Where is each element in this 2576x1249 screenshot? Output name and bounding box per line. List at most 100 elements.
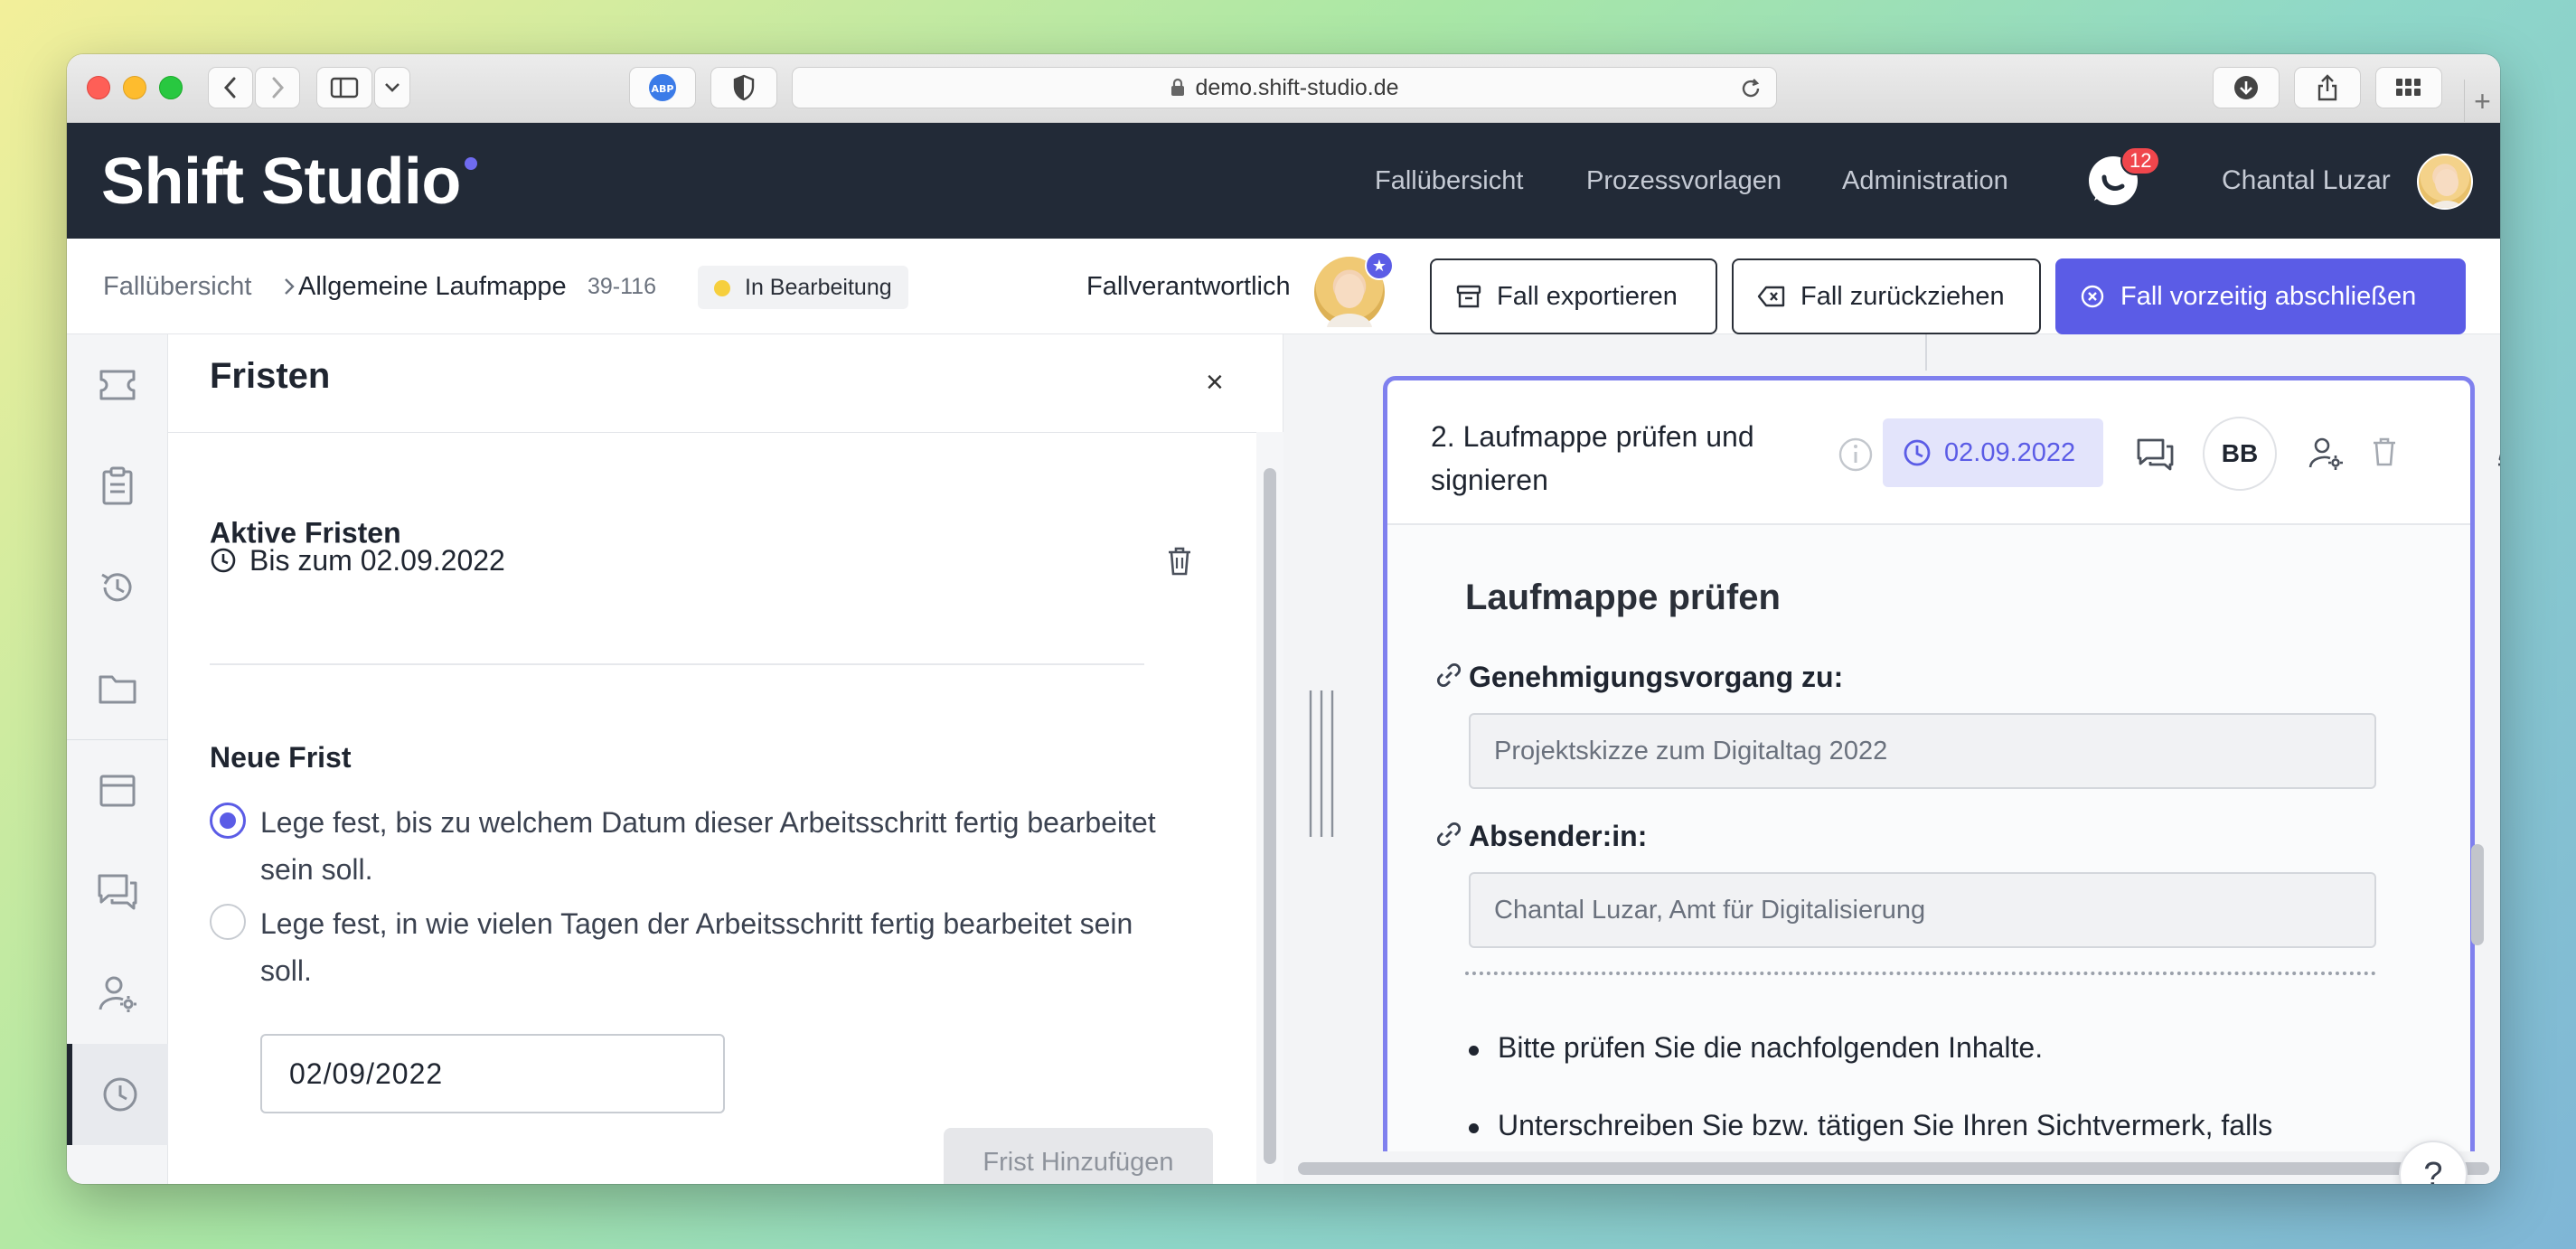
rail-item-history[interactable] bbox=[67, 537, 168, 638]
user-settings-icon[interactable] bbox=[2308, 435, 2344, 471]
user-settings-icon bbox=[99, 976, 136, 1012]
trash-icon[interactable] bbox=[2371, 437, 2398, 467]
user-avatar[interactable] bbox=[2417, 154, 2473, 210]
address-bar[interactable]: demo.shift-studio.de bbox=[792, 67, 1777, 108]
field-label-sender: Absender:in: bbox=[1469, 820, 1648, 852]
canvas-horizontal-scrollbar[interactable] bbox=[1298, 1162, 2489, 1175]
step-deadline-chip[interactable]: 02.09.2022 bbox=[1883, 418, 2103, 487]
panel-header-divider bbox=[168, 432, 1283, 433]
close-case-early-button[interactable]: Fall vorzeitig abschließen bbox=[2055, 258, 2466, 334]
app-logo[interactable]: Shift Studio bbox=[101, 145, 461, 219]
nav-process-templates[interactable]: Prozessvorlagen bbox=[1586, 123, 1782, 239]
downloads-button[interactable] bbox=[2213, 67, 2280, 108]
tab-overview-button[interactable] bbox=[2375, 67, 2442, 108]
clock-icon bbox=[103, 1077, 137, 1112]
history-icon bbox=[101, 573, 132, 602]
privacy-extension-button[interactable] bbox=[710, 67, 777, 108]
withdraw-case-button[interactable]: Fall zurückziehen bbox=[1732, 258, 2041, 334]
share-icon bbox=[2317, 74, 2337, 101]
active-deadline-text: Bis zum 02.09.2022 bbox=[249, 543, 505, 577]
nav-case-overview[interactable]: Fallübersicht bbox=[1375, 123, 1523, 239]
link-icon bbox=[1436, 662, 1462, 688]
new-deadline-title: Neue Frist bbox=[210, 741, 352, 774]
sidebar-icon bbox=[330, 77, 359, 99]
case-id: 39-116 bbox=[588, 273, 656, 299]
comments-icon[interactable] bbox=[2136, 437, 2176, 473]
shield-icon bbox=[733, 74, 755, 101]
svg-text:ABP: ABP bbox=[652, 83, 674, 95]
share-button[interactable] bbox=[2294, 67, 2361, 108]
chevron-left-icon bbox=[223, 77, 236, 99]
user-name[interactable]: Chantal Luzar bbox=[2222, 123, 2391, 239]
info-icon[interactable] bbox=[1838, 437, 1874, 473]
minimize-window-button[interactable] bbox=[123, 76, 146, 99]
browser-window: ABP demo.shift-studio.de + Shift Studio … bbox=[67, 54, 2500, 1184]
export-case-button[interactable]: Fall exportieren bbox=[1430, 258, 1717, 334]
archive-icon bbox=[1456, 285, 1481, 308]
side-rail bbox=[67, 334, 168, 1184]
adblock-icon: ABP bbox=[649, 74, 676, 101]
step-title[interactable]: 2. Laufmappe prüfen und signieren bbox=[1431, 415, 1819, 502]
new-tab-button[interactable]: + bbox=[2464, 80, 2500, 123]
adblock-extension-button[interactable]: ABP bbox=[629, 67, 696, 108]
ticket-icon bbox=[99, 370, 136, 400]
download-icon bbox=[2234, 76, 2258, 99]
sidebar-menu-button[interactable] bbox=[374, 67, 410, 108]
rail-item-tasks[interactable] bbox=[67, 436, 168, 537]
window-icon bbox=[99, 775, 136, 807]
user-portrait-icon bbox=[2430, 169, 2463, 208]
rail-item-window[interactable] bbox=[67, 740, 168, 841]
rail-item-deadlines[interactable] bbox=[67, 1044, 168, 1145]
sidebar-toggle-button[interactable] bbox=[316, 67, 372, 108]
zoom-window-button[interactable] bbox=[159, 76, 183, 99]
add-deadline-button[interactable]: Frist Hinzufügen bbox=[944, 1128, 1213, 1184]
radio-in-days-label[interactable]: Lege fest, in wie vielen Tagen der Arbei… bbox=[260, 900, 1164, 994]
instruction-item: Unterschreiben Sie bzw. tätigen Sie Ihre… bbox=[1468, 1109, 2273, 1141]
url-text: demo.shift-studio.de bbox=[1195, 74, 1399, 100]
comments-icon bbox=[98, 874, 137, 910]
radio-in-days[interactable] bbox=[210, 904, 246, 940]
app-header: Shift Studio Fallübersicht Prozessvorlag… bbox=[67, 123, 2500, 239]
clock-icon bbox=[1904, 439, 1931, 466]
drag-handle-icon[interactable] bbox=[1305, 687, 1338, 840]
assignee-avatar[interactable]: BB bbox=[2203, 417, 2277, 491]
section-divider bbox=[210, 663, 1144, 665]
back-button[interactable] bbox=[208, 67, 253, 108]
field-label-approval: Genehmigungsvorgang zu: bbox=[1469, 661, 1844, 693]
lock-icon bbox=[1171, 78, 1185, 96]
close-panel-button[interactable]: × bbox=[1206, 365, 1224, 400]
breadcrumb-root[interactable]: Fallübersicht bbox=[103, 239, 251, 334]
logo-dot bbox=[465, 157, 477, 170]
rail-item-comments[interactable] bbox=[67, 841, 168, 943]
chevron-down-icon bbox=[385, 83, 400, 92]
rail-item-assignee[interactable] bbox=[67, 943, 168, 1044]
step-deadline-text: 02.09.2022 bbox=[1944, 437, 2076, 467]
forward-button[interactable] bbox=[255, 67, 300, 108]
folder-icon bbox=[99, 675, 136, 704]
backspace-icon bbox=[1757, 286, 1785, 307]
close-window-button[interactable] bbox=[87, 76, 110, 99]
rail-item-files[interactable] bbox=[67, 638, 168, 739]
form-title: Laufmappe prüfen bbox=[1465, 578, 1781, 617]
radio-by-date[interactable] bbox=[210, 803, 246, 839]
radio-by-date-label[interactable]: Lege fest, bis zu welchem Datum dieser A… bbox=[260, 799, 1164, 893]
nav-administration[interactable]: Administration bbox=[1842, 123, 2008, 239]
step-header: 2. Laufmappe prüfen und signieren 02.09.… bbox=[1387, 380, 2470, 525]
field-approval-value[interactable]: Projektskizze zum Digitaltag 2022 bbox=[1469, 713, 2376, 789]
canvas-horizontal-scrollbar-track bbox=[1283, 1151, 2500, 1184]
deadline-date-input[interactable]: 02/09/2022 bbox=[260, 1034, 725, 1113]
reload-icon[interactable] bbox=[1738, 76, 1763, 101]
canvas-vertical-scrollbar[interactable] bbox=[2471, 844, 2484, 945]
link-icon bbox=[1436, 822, 1462, 847]
step-card[interactable]: 2. Laufmappe prüfen und signieren 02.09.… bbox=[1383, 376, 2475, 1184]
field-sender-value[interactable]: Chantal Luzar, Amt für Digitalisierung bbox=[1469, 872, 2376, 948]
edit-icon[interactable] bbox=[2493, 432, 2500, 468]
export-case-label: Fall exportieren bbox=[1497, 281, 1678, 311]
star-icon: ★ bbox=[1365, 251, 1394, 280]
panel-scrollbar[interactable] bbox=[1264, 468, 1276, 1164]
rail-item-ticket[interactable] bbox=[67, 334, 168, 436]
delete-deadline-icon[interactable] bbox=[1166, 546, 1193, 577]
step-form: Laufmappe prüfen Genehmigungsvorgang zu:… bbox=[1387, 525, 2470, 1184]
clipboard-icon bbox=[102, 466, 133, 505]
grid-icon bbox=[2396, 79, 2421, 96]
